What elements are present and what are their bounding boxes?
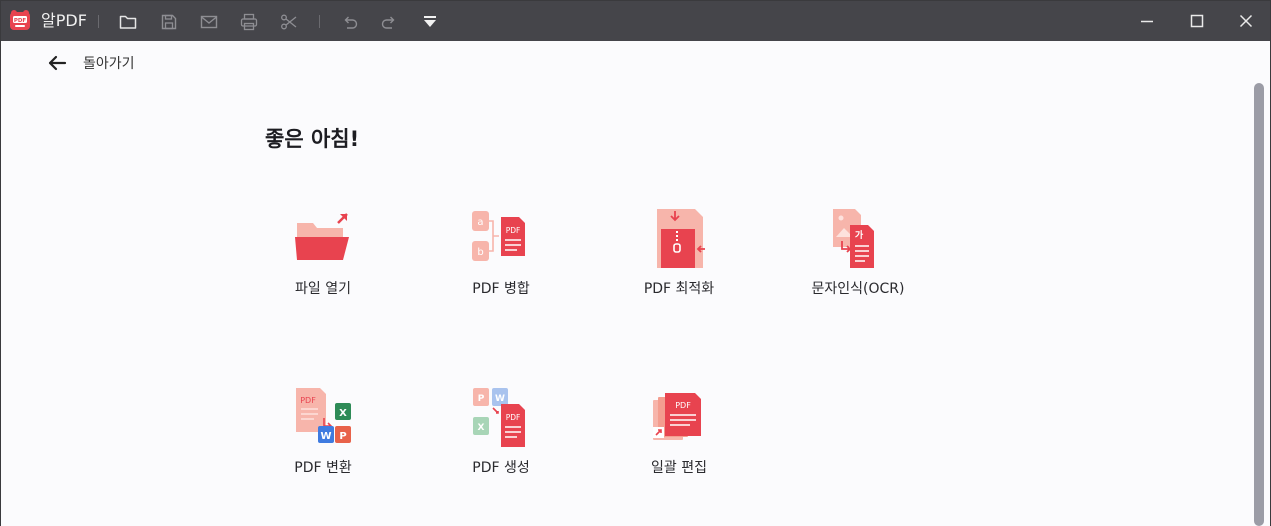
redo-button[interactable]: [378, 11, 400, 33]
toolbar-separator: [98, 15, 99, 28]
back-label: 돌아가기: [83, 56, 135, 72]
main-content: 돌아가기 좋은 아침! 파일 열기 a b PDF PDF 병합 PDF 최적화…: [1, 41, 1270, 526]
dropdown-icon: [424, 16, 436, 27]
close-button[interactable]: [1233, 9, 1259, 33]
minimize-icon: [1141, 20, 1153, 23]
folder-icon: [119, 15, 137, 29]
svg-text:PDF: PDF: [506, 413, 521, 422]
svg-text:PDF: PDF: [14, 18, 27, 24]
svg-text:P: P: [339, 431, 346, 442]
app-name: 알PDF: [41, 11, 87, 30]
toolbar-separator: [319, 15, 320, 28]
title-bar: PDF 알PDF: [1, 1, 1270, 41]
tile-label: 일괄 편집: [651, 460, 707, 476]
batch-edit-icon: PDF: [653, 393, 701, 440]
tile-label: PDF 변환: [294, 460, 352, 476]
print-button[interactable]: [238, 11, 260, 33]
save-button[interactable]: [158, 11, 180, 33]
pdf-optimize-icon: [657, 209, 705, 268]
svg-text:PDF: PDF: [300, 396, 316, 405]
tile-pdf-convert[interactable]: PDF X W P PDF 변환: [248, 388, 398, 508]
tile-batch-edit[interactable]: PDF 일괄 편집: [604, 388, 754, 508]
minimize-button[interactable]: [1134, 9, 1160, 33]
app-logo-icon: PDF: [10, 10, 30, 30]
svg-text:가: 가: [855, 229, 864, 241]
tile-label: 문자인식(OCR): [811, 281, 905, 297]
svg-text:X: X: [478, 423, 485, 433]
pdf-merge-icon: a b PDF: [472, 211, 525, 261]
mail-icon: [200, 15, 218, 29]
back-button[interactable]: 돌아가기: [45, 51, 135, 75]
pdf-convert-icon: PDF X W P: [296, 388, 351, 443]
svg-text:b: b: [477, 247, 483, 258]
mail-button[interactable]: [198, 11, 220, 33]
svg-text:W: W: [320, 431, 331, 442]
maximize-button[interactable]: [1184, 9, 1210, 33]
svg-text:W: W: [495, 394, 505, 404]
open-folder-button[interactable]: [117, 11, 139, 33]
close-icon: [1239, 14, 1253, 28]
arrow-left-icon: [48, 55, 67, 71]
tile-open-file[interactable]: 파일 열기: [248, 209, 398, 329]
pdf-create-icon: P W X PDF: [473, 388, 525, 447]
svg-text:PDF: PDF: [675, 401, 691, 410]
maximize-icon: [1190, 14, 1204, 28]
tile-label: PDF 최적화: [643, 281, 715, 297]
greeting-heading: 좋은 아침!: [265, 127, 360, 151]
print-icon: [240, 13, 258, 31]
ocr-icon: 가: [833, 209, 874, 268]
save-icon: [161, 14, 177, 30]
svg-text:a: a: [477, 217, 483, 228]
app-window: PDF 알PDF 돌아가기 좋은 아침! 파일 열기 a b PDF PDF 병…: [0, 0, 1271, 526]
tile-pdf-optimize[interactable]: PDF 최적화: [604, 209, 754, 329]
tile-label: 파일 열기: [295, 281, 351, 297]
tile-label: PDF 생성: [472, 460, 530, 476]
open-file-icon: [295, 213, 349, 260]
svg-text:PDF: PDF: [506, 226, 521, 235]
undo-button[interactable]: [339, 11, 361, 33]
scissors-button[interactable]: [278, 11, 300, 33]
tile-pdf-merge[interactable]: a b PDF PDF 병합: [426, 209, 576, 329]
svg-text:X: X: [339, 408, 347, 419]
svg-text:P: P: [478, 394, 485, 404]
undo-icon: [344, 16, 358, 29]
tile-pdf-create[interactable]: P W X PDF PDF 생성: [426, 388, 576, 508]
toolbar-dropdown-button[interactable]: [419, 11, 441, 33]
tile-label: PDF 병합: [472, 281, 530, 297]
scissors-icon: [281, 14, 297, 30]
vertical-scrollbar[interactable]: [1254, 83, 1264, 526]
redo-icon: [381, 16, 395, 29]
tile-ocr[interactable]: 가 문자인식(OCR): [783, 209, 933, 329]
